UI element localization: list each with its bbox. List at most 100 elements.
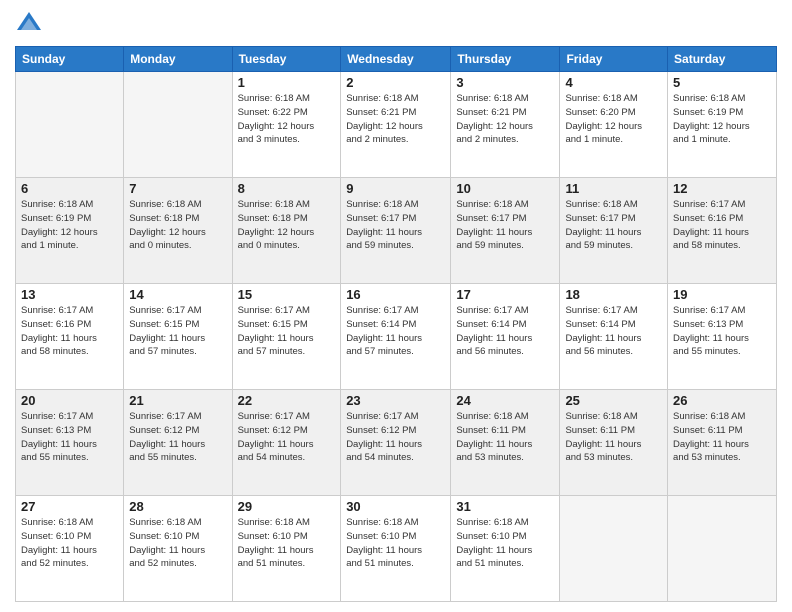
calendar-cell bbox=[560, 496, 668, 602]
day-number: 18 bbox=[565, 287, 662, 302]
day-number: 2 bbox=[346, 75, 445, 90]
day-number: 13 bbox=[21, 287, 118, 302]
day-number: 20 bbox=[21, 393, 118, 408]
day-number: 19 bbox=[673, 287, 771, 302]
calendar-cell: 20 Sunrise: 6:17 AM Sunset: 6:13 PM Dayli… bbox=[16, 390, 124, 496]
calendar-cell: 28 Sunrise: 6:18 AM Sunset: 6:10 PM Dayli… bbox=[124, 496, 232, 602]
header bbox=[15, 10, 777, 38]
day-info: Sunrise: 6:17 AM Sunset: 6:12 PM Dayligh… bbox=[129, 410, 226, 465]
calendar-cell: 8 Sunrise: 6:18 AM Sunset: 6:18 PM Daylig… bbox=[232, 178, 341, 284]
calendar-cell: 25 Sunrise: 6:18 AM Sunset: 6:11 PM Dayli… bbox=[560, 390, 668, 496]
day-info: Sunrise: 6:18 AM Sunset: 6:11 PM Dayligh… bbox=[456, 410, 554, 465]
day-info: Sunrise: 6:17 AM Sunset: 6:13 PM Dayligh… bbox=[21, 410, 118, 465]
calendar-week-row: 20 Sunrise: 6:17 AM Sunset: 6:13 PM Dayli… bbox=[16, 390, 777, 496]
day-info: Sunrise: 6:18 AM Sunset: 6:18 PM Dayligh… bbox=[238, 198, 336, 253]
day-number: 27 bbox=[21, 499, 118, 514]
day-info: Sunrise: 6:17 AM Sunset: 6:14 PM Dayligh… bbox=[456, 304, 554, 359]
day-info: Sunrise: 6:18 AM Sunset: 6:19 PM Dayligh… bbox=[21, 198, 118, 253]
calendar-cell: 16 Sunrise: 6:17 AM Sunset: 6:14 PM Dayli… bbox=[341, 284, 451, 390]
day-info: Sunrise: 6:17 AM Sunset: 6:16 PM Dayligh… bbox=[673, 198, 771, 253]
weekday-header: Saturday bbox=[668, 47, 777, 72]
calendar-cell: 11 Sunrise: 6:18 AM Sunset: 6:17 PM Dayli… bbox=[560, 178, 668, 284]
day-number: 28 bbox=[129, 499, 226, 514]
day-info: Sunrise: 6:17 AM Sunset: 6:12 PM Dayligh… bbox=[346, 410, 445, 465]
day-info: Sunrise: 6:18 AM Sunset: 6:21 PM Dayligh… bbox=[346, 92, 445, 147]
weekday-header-row: SundayMondayTuesdayWednesdayThursdayFrid… bbox=[16, 47, 777, 72]
calendar-cell: 30Sunrise: 6:18 AM Sunset: 6:10 PM Dayli… bbox=[341, 496, 451, 602]
day-info: Sunrise: 6:17 AM Sunset: 6:12 PM Dayligh… bbox=[238, 410, 336, 465]
weekday-header: Tuesday bbox=[232, 47, 341, 72]
day-info: Sunrise: 6:18 AM Sunset: 6:20 PM Dayligh… bbox=[565, 92, 662, 147]
day-info: Sunrise: 6:18 AM Sunset: 6:17 PM Dayligh… bbox=[565, 198, 662, 253]
page: SundayMondayTuesdayWednesdayThursdayFrid… bbox=[0, 0, 792, 612]
day-info: Sunrise: 6:18 AM Sunset: 6:10 PM Dayligh… bbox=[238, 516, 336, 571]
calendar-week-row: 1 Sunrise: 6:18 AM Sunset: 6:22 PM Daylig… bbox=[16, 72, 777, 178]
day-number: 4 bbox=[565, 75, 662, 90]
day-info: Sunrise: 6:17 AM Sunset: 6:15 PM Dayligh… bbox=[238, 304, 336, 359]
weekday-header: Monday bbox=[124, 47, 232, 72]
day-info: Sunrise: 6:17 AM Sunset: 6:15 PM Dayligh… bbox=[129, 304, 226, 359]
logo bbox=[15, 10, 47, 38]
day-number: 24 bbox=[456, 393, 554, 408]
calendar-cell: 1 Sunrise: 6:18 AM Sunset: 6:22 PM Daylig… bbox=[232, 72, 341, 178]
calendar-cell: 5Sunrise: 6:18 AM Sunset: 6:19 PM Daylig… bbox=[668, 72, 777, 178]
day-number: 11 bbox=[565, 181, 662, 196]
day-number: 6 bbox=[21, 181, 118, 196]
day-number: 1 bbox=[238, 75, 336, 90]
day-info: Sunrise: 6:18 AM Sunset: 6:11 PM Dayligh… bbox=[565, 410, 662, 465]
day-info: Sunrise: 6:17 AM Sunset: 6:16 PM Dayligh… bbox=[21, 304, 118, 359]
calendar-week-row: 6 Sunrise: 6:18 AM Sunset: 6:19 PM Daylig… bbox=[16, 178, 777, 284]
day-info: Sunrise: 6:18 AM Sunset: 6:10 PM Dayligh… bbox=[456, 516, 554, 571]
calendar-cell: 12 Sunrise: 6:17 AM Sunset: 6:16 PM Dayli… bbox=[668, 178, 777, 284]
day-number: 22 bbox=[238, 393, 336, 408]
calendar-cell: 10 Sunrise: 6:18 AM Sunset: 6:17 PM Dayli… bbox=[451, 178, 560, 284]
calendar-cell: 24 Sunrise: 6:18 AM Sunset: 6:11 PM Dayli… bbox=[451, 390, 560, 496]
calendar-cell: 9 Sunrise: 6:18 AM Sunset: 6:17 PM Daylig… bbox=[341, 178, 451, 284]
day-number: 10 bbox=[456, 181, 554, 196]
logo-icon bbox=[15, 10, 43, 38]
day-number: 29 bbox=[238, 499, 336, 514]
day-number: 23 bbox=[346, 393, 445, 408]
day-number: 3 bbox=[456, 75, 554, 90]
weekday-header: Sunday bbox=[16, 47, 124, 72]
day-number: 25 bbox=[565, 393, 662, 408]
day-info: Sunrise: 6:18 AM Sunset: 6:21 PM Dayligh… bbox=[456, 92, 554, 147]
calendar-week-row: 13 Sunrise: 6:17 AM Sunset: 6:16 PM Dayli… bbox=[16, 284, 777, 390]
day-number: 8 bbox=[238, 181, 336, 196]
calendar-cell: 27Sunrise: 6:18 AM Sunset: 6:10 PM Dayli… bbox=[16, 496, 124, 602]
day-info: Sunrise: 6:18 AM Sunset: 6:18 PM Dayligh… bbox=[129, 198, 226, 253]
day-info: Sunrise: 6:17 AM Sunset: 6:13 PM Dayligh… bbox=[673, 304, 771, 359]
day-number: 7 bbox=[129, 181, 226, 196]
day-number: 16 bbox=[346, 287, 445, 302]
day-info: Sunrise: 6:18 AM Sunset: 6:10 PM Dayligh… bbox=[346, 516, 445, 571]
day-info: Sunrise: 6:18 AM Sunset: 6:10 PM Dayligh… bbox=[129, 516, 226, 571]
day-number: 9 bbox=[346, 181, 445, 196]
calendar-cell: 13 Sunrise: 6:17 AM Sunset: 6:16 PM Dayli… bbox=[16, 284, 124, 390]
day-info: Sunrise: 6:18 AM Sunset: 6:11 PM Dayligh… bbox=[673, 410, 771, 465]
day-number: 5 bbox=[673, 75, 771, 90]
calendar: SundayMondayTuesdayWednesdayThursdayFrid… bbox=[15, 46, 777, 602]
calendar-cell: 18 Sunrise: 6:17 AM Sunset: 6:14 PM Dayli… bbox=[560, 284, 668, 390]
day-info: Sunrise: 6:18 AM Sunset: 6:17 PM Dayligh… bbox=[456, 198, 554, 253]
day-number: 14 bbox=[129, 287, 226, 302]
day-number: 21 bbox=[129, 393, 226, 408]
calendar-cell: 7 Sunrise: 6:18 AM Sunset: 6:18 PM Daylig… bbox=[124, 178, 232, 284]
calendar-cell bbox=[16, 72, 124, 178]
calendar-cell: 2 Sunrise: 6:18 AM Sunset: 6:21 PM Daylig… bbox=[341, 72, 451, 178]
calendar-cell: 19 Sunrise: 6:17 AM Sunset: 6:13 PM Dayli… bbox=[668, 284, 777, 390]
day-info: Sunrise: 6:17 AM Sunset: 6:14 PM Dayligh… bbox=[565, 304, 662, 359]
calendar-cell: 14 Sunrise: 6:17 AM Sunset: 6:15 PM Dayli… bbox=[124, 284, 232, 390]
day-info: Sunrise: 6:18 AM Sunset: 6:22 PM Dayligh… bbox=[238, 92, 336, 147]
day-number: 12 bbox=[673, 181, 771, 196]
weekday-header: Wednesday bbox=[341, 47, 451, 72]
day-info: Sunrise: 6:18 AM Sunset: 6:17 PM Dayligh… bbox=[346, 198, 445, 253]
calendar-cell: 3 Sunrise: 6:18 AM Sunset: 6:21 PM Daylig… bbox=[451, 72, 560, 178]
weekday-header: Friday bbox=[560, 47, 668, 72]
calendar-cell: 4 Sunrise: 6:18 AM Sunset: 6:20 PM Daylig… bbox=[560, 72, 668, 178]
day-number: 26 bbox=[673, 393, 771, 408]
day-info: Sunrise: 6:17 AM Sunset: 6:14 PM Dayligh… bbox=[346, 304, 445, 359]
day-number: 17 bbox=[456, 287, 554, 302]
calendar-cell bbox=[668, 496, 777, 602]
calendar-cell: 29 Sunrise: 6:18 AM Sunset: 6:10 PM Dayli… bbox=[232, 496, 341, 602]
weekday-header: Thursday bbox=[451, 47, 560, 72]
